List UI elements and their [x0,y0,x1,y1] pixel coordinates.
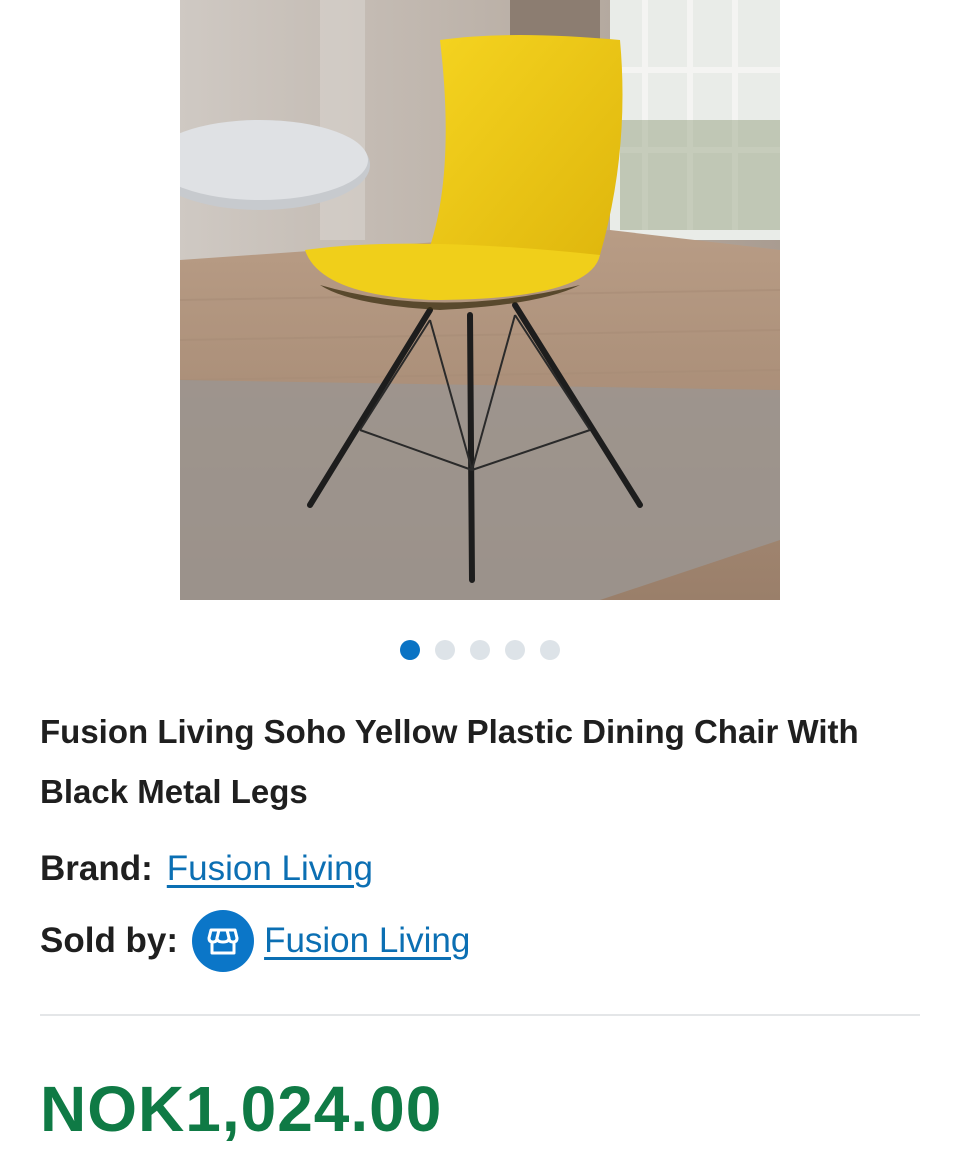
product-price: NOK1,024.00 [40,1073,443,1145]
carousel-dot-1[interactable] [400,640,420,660]
product-image[interactable] [180,0,780,600]
store-icon[interactable] [192,910,255,972]
image-carousel-dots [0,640,960,660]
carousel-dot-2[interactable] [435,640,455,660]
carousel-dot-3[interactable] [470,640,490,660]
carousel-dot-4[interactable] [505,640,525,660]
product-title: Fusion Living Soho Yellow Plastic Dining… [40,713,859,810]
seller-link[interactable]: Fusion Living [264,921,470,961]
brand-label: Brand: [40,849,153,888]
brand-row: Brand: Fusion Living [40,844,373,894]
carousel-dot-5[interactable] [540,640,560,660]
seller-row: Sold by: Fusion Living [40,908,470,974]
brand-link[interactable]: Fusion Living [167,849,373,889]
sold-by-label: Sold by: [40,921,179,960]
divider [40,1014,920,1016]
